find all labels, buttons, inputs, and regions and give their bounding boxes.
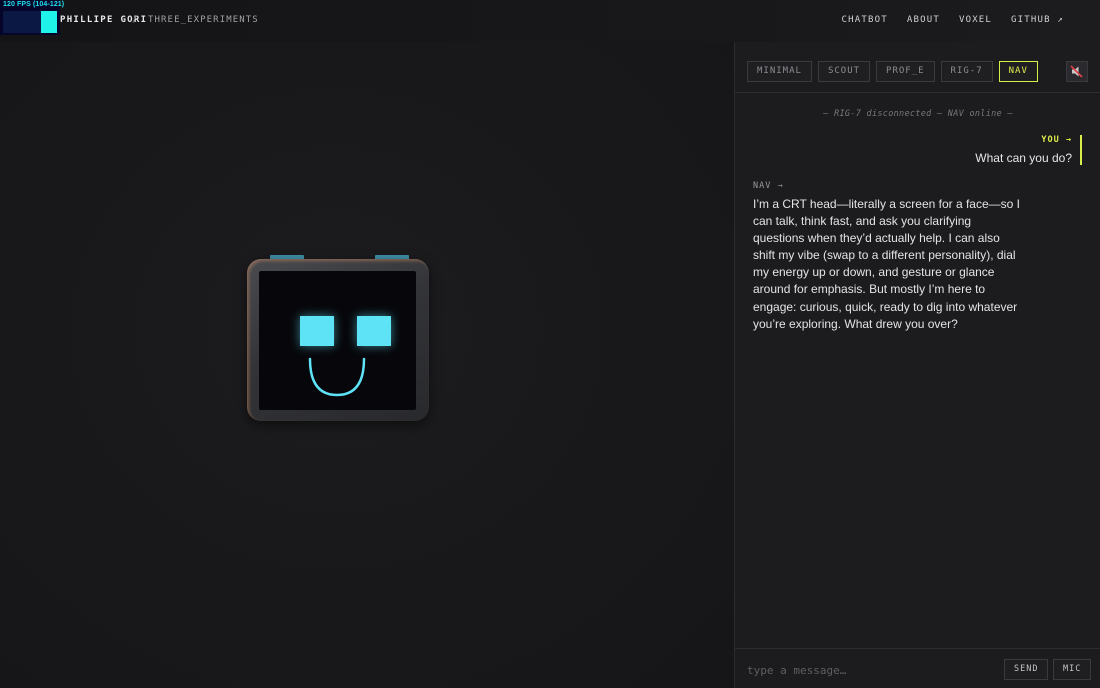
persona-scout[interactable]: SCOUT: [817, 61, 871, 82]
crt-robot-head[interactable]: [247, 255, 429, 421]
bot-message: NAV → I’m a CRT head—literally a screen …: [753, 181, 1025, 333]
mute-toggle-button[interactable]: [1066, 61, 1088, 82]
crt-screen: [259, 271, 416, 410]
bot-message-text: I’m a CRT head—literally a screen for a …: [753, 197, 1020, 331]
persona-minimal[interactable]: MINIMAL: [747, 61, 812, 82]
fps-graph-bar: [41, 11, 57, 33]
persona-prof-e[interactable]: PROF_E: [876, 61, 935, 82]
nav-link-github[interactable]: GITHUB ↗: [1011, 15, 1064, 25]
left-eye: [300, 316, 334, 346]
user-message-label: YOU →: [1041, 135, 1072, 145]
user-message: YOU → What can you do?: [975, 135, 1082, 165]
breadcrumb-separator: /: [132, 15, 138, 25]
persona-nav[interactable]: NAV: [998, 61, 1038, 82]
message-composer: SEND MIC: [735, 648, 1100, 688]
chat-panel: MINIMAL SCOUT PROF_E RIG-7 NAV — RIG-7 d…: [734, 42, 1100, 688]
user-message-text: What can you do?: [975, 151, 1072, 165]
robot-casing: [247, 259, 429, 421]
persona-rig-7[interactable]: RIG-7: [940, 61, 993, 82]
breadcrumb-current: THREE_EXPERIMENTS: [148, 15, 259, 25]
message-input[interactable]: [747, 661, 987, 679]
right-eye: [357, 316, 391, 346]
top-nav: CHATBOT ABOUT VOXEL GITHUB ↗: [842, 15, 1064, 25]
mic-button[interactable]: MIC: [1053, 659, 1092, 680]
fps-readout: 120 FPS (104-121): [3, 1, 65, 8]
panel-divider: [735, 92, 1100, 93]
persona-selector: MINIMAL SCOUT PROF_E RIG-7 NAV: [747, 61, 1038, 82]
fps-graph: [3, 11, 57, 33]
bot-message-label: NAV →: [753, 181, 784, 191]
send-button[interactable]: SEND: [1004, 659, 1049, 680]
nav-link-chatbot[interactable]: CHATBOT: [842, 15, 888, 25]
smile-mouth: [308, 357, 366, 397]
speaker-muted-icon: [1070, 65, 1083, 78]
system-status-message: — RIG-7 disconnected — NAV online —: [823, 109, 1013, 119]
nav-link-voxel[interactable]: VOXEL: [959, 15, 992, 25]
fps-monitor[interactable]: 120 FPS (104-121): [0, 0, 64, 35]
nav-link-about[interactable]: ABOUT: [907, 15, 940, 25]
